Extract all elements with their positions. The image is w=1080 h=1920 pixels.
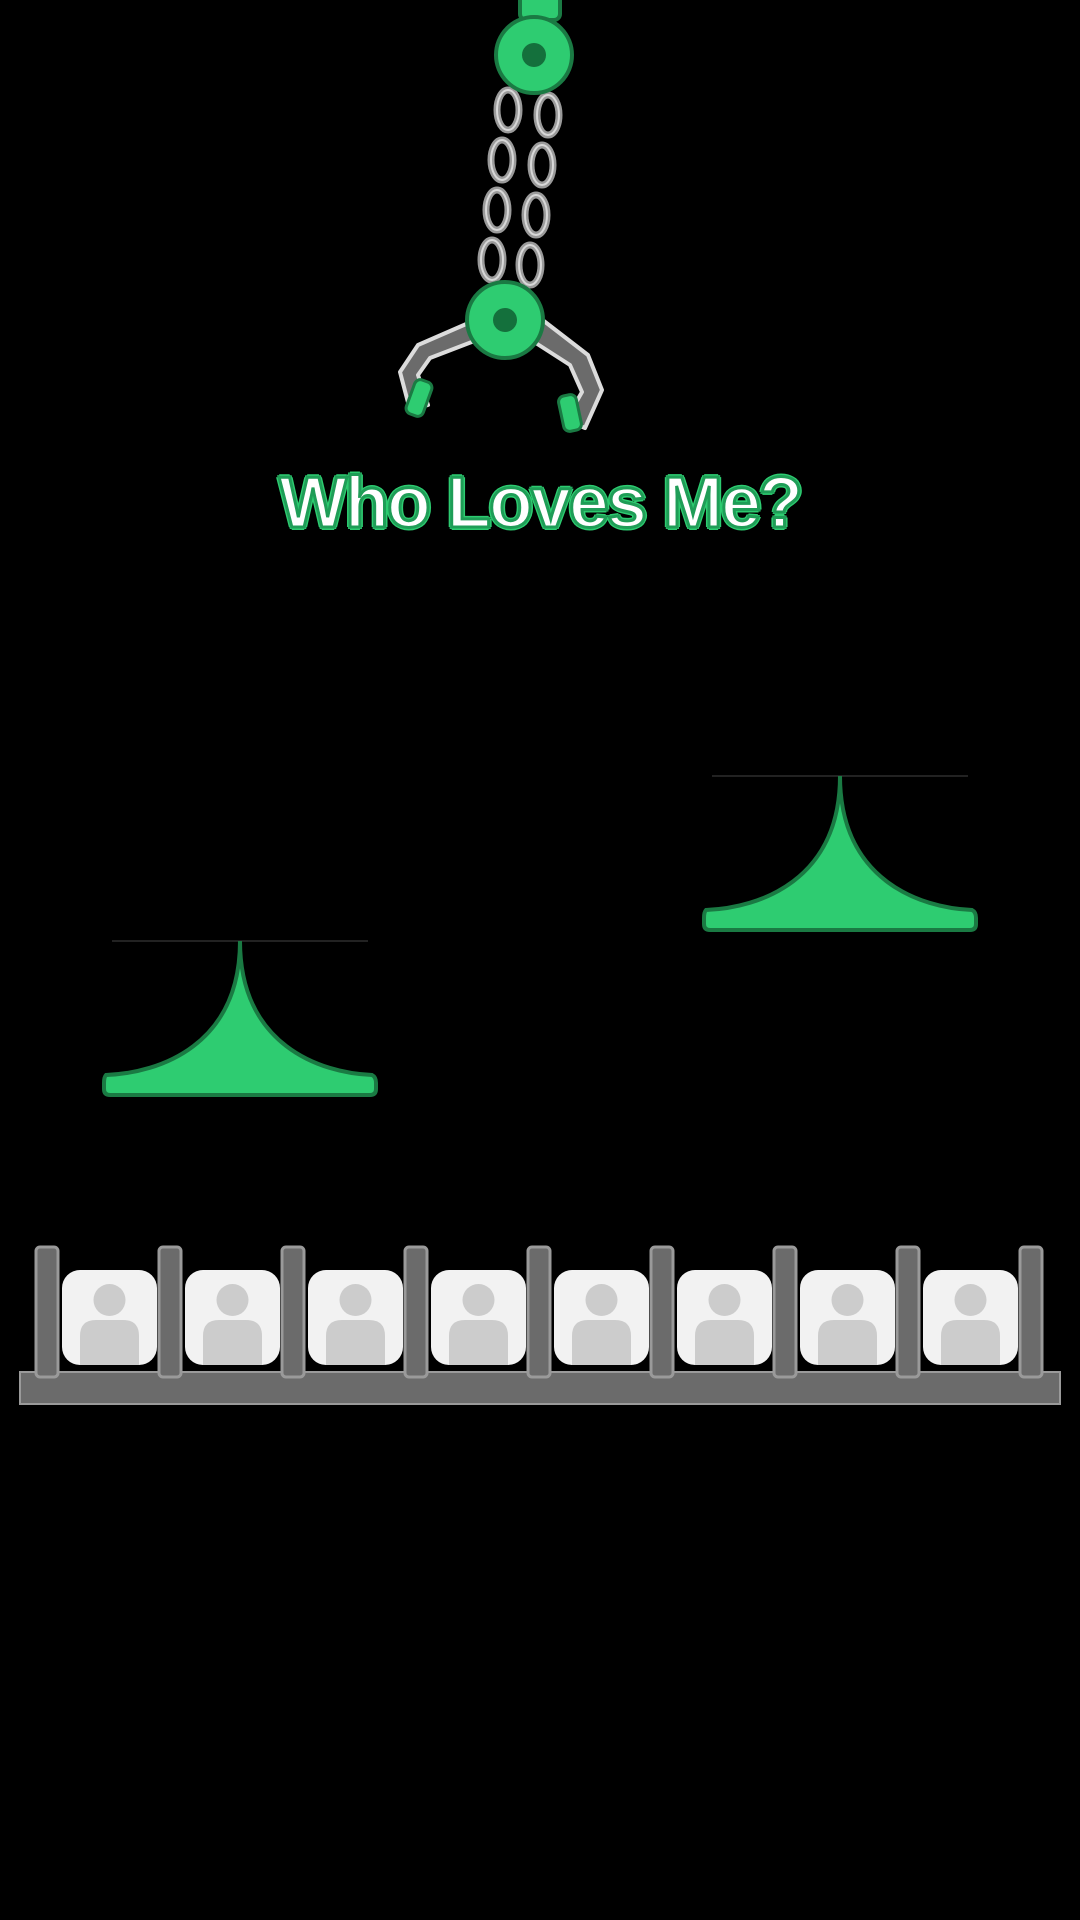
slot-1[interactable] — [62, 1270, 157, 1365]
user-avatar-icon — [203, 1284, 262, 1365]
claw-crane-icon[interactable] — [0, 0, 1080, 460]
slot-3[interactable] — [308, 1270, 403, 1365]
user-avatar-icon — [572, 1284, 631, 1365]
slot-6[interactable] — [677, 1270, 772, 1365]
user-avatar-icon — [695, 1284, 754, 1365]
user-avatar-icon — [326, 1284, 385, 1365]
slot-5[interactable] — [554, 1270, 649, 1365]
user-avatar-icon — [449, 1284, 508, 1365]
slot-7[interactable] — [800, 1270, 895, 1365]
user-avatar-icon — [941, 1284, 1000, 1365]
slot-8[interactable] — [923, 1270, 1018, 1365]
slot-2[interactable] — [185, 1270, 280, 1365]
user-avatar-icon — [80, 1284, 139, 1365]
user-avatar-icon — [818, 1284, 877, 1365]
game-title: Who Loves Me? — [277, 462, 804, 545]
game-stage[interactable]: Who Loves Me? — [0, 0, 1080, 1920]
slot-4[interactable] — [431, 1270, 526, 1365]
